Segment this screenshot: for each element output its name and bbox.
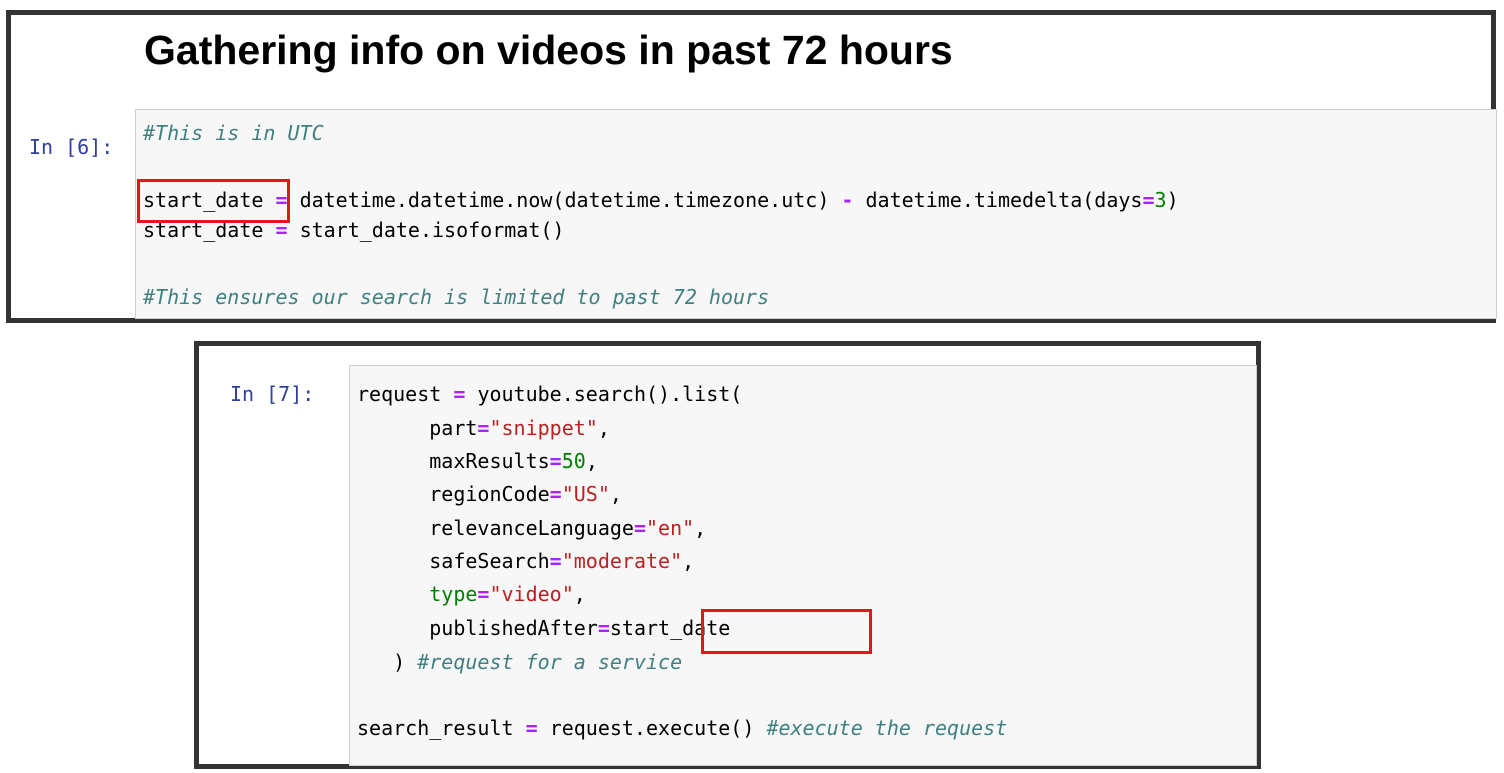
string-literal: "US" xyxy=(561,482,610,506)
string-literal: "snippet" xyxy=(489,416,598,440)
comma: , xyxy=(694,516,707,540)
code-comment: #This is in UTC xyxy=(143,121,324,145)
comma: , xyxy=(573,582,586,606)
top-screenshot-panel: Gathering info on videos in past 72 hour… xyxy=(6,10,1497,323)
code-line: regionCode="US", xyxy=(357,478,622,510)
variable-start-date: start_date xyxy=(143,188,264,212)
code-line: type="video", xyxy=(357,578,586,610)
kwarg-operator: = xyxy=(549,449,562,473)
kwarg-name: publishedAfter xyxy=(429,616,598,640)
variable-search-result: search_result xyxy=(357,716,514,740)
kwarg-name: relevanceLanguage xyxy=(429,516,634,540)
code-expression: datetime.timedelta(days xyxy=(865,188,1143,212)
number-literal: 3 xyxy=(1154,188,1167,212)
code-line: request = youtube.search().list( xyxy=(357,378,742,410)
close-paren: ) xyxy=(1166,188,1179,212)
cell-7-prompt: In [7]: xyxy=(230,382,315,406)
kwarg-name: part xyxy=(429,416,478,440)
code-line: #This ensures our search is limited to p… xyxy=(143,281,769,313)
code-line: publishedAfter=start_date xyxy=(357,612,730,644)
code-line: start_date = datetime.datetime.now(datet… xyxy=(143,184,1179,216)
section-heading: Gathering info on videos in past 72 hour… xyxy=(144,27,953,73)
cell-6-prompt: In [6]: xyxy=(29,135,114,159)
kwarg-operator: = xyxy=(477,582,490,606)
kwarg-operator: = xyxy=(477,416,490,440)
string-literal: "en" xyxy=(646,516,695,540)
kwarg-operator: = xyxy=(549,549,562,573)
cell-6-code-editor[interactable]: #This is in UTC start_date = datetime.da… xyxy=(135,109,1497,319)
assign-operator: = xyxy=(275,188,288,212)
comma: , xyxy=(585,449,598,473)
code-line: maxResults=50, xyxy=(357,445,598,477)
code-line: #This is in UTC xyxy=(143,117,324,149)
variable-start-date: start_date xyxy=(609,616,731,640)
assign-operator: = xyxy=(525,716,538,740)
code-line: start_date = start_date.isoformat() xyxy=(143,214,564,246)
kwarg-operator: = xyxy=(597,616,610,640)
bottom-screenshot-panel: In [7]: request = youtube.search().list(… xyxy=(194,341,1261,769)
code-line: relevanceLanguage="en", xyxy=(357,512,706,544)
assign-operator: = xyxy=(453,382,466,406)
comma: , xyxy=(597,416,610,440)
string-literal: "video" xyxy=(489,582,574,606)
code-line: part="snippet", xyxy=(357,412,610,444)
kwarg-operator: = xyxy=(1142,188,1155,212)
code-line: ) #request for a service xyxy=(357,646,682,678)
number-literal: 50 xyxy=(561,449,586,473)
code-expression: youtube.search().list( xyxy=(477,382,743,406)
minus-operator: - xyxy=(841,188,854,212)
variable-request: request xyxy=(357,382,442,406)
kwarg-name: maxResults xyxy=(429,449,550,473)
code-expression: datetime.datetime.now(datetime.timezone.… xyxy=(299,188,830,212)
kwarg-name: regionCode xyxy=(429,482,550,506)
code-line: safeSearch="moderate", xyxy=(357,545,694,577)
close-paren: ) xyxy=(393,650,406,674)
kwarg-operator: = xyxy=(549,482,562,506)
code-expression: request.execute() xyxy=(549,716,755,740)
kwarg-name: safeSearch xyxy=(429,549,550,573)
code-line: search_result = request.execute() #execu… xyxy=(357,712,1007,744)
kwarg-name-type: type xyxy=(429,582,478,606)
code-comment: #This ensures our search is limited to p… xyxy=(143,285,770,309)
cell-7-code-editor[interactable]: request = youtube.search().list( part="s… xyxy=(349,365,1257,766)
code-expression: start_date.isoformat() xyxy=(299,218,565,242)
code-comment: #request for a service xyxy=(417,650,683,674)
code-comment: #execute the request xyxy=(766,716,1008,740)
kwarg-operator: = xyxy=(633,516,646,540)
string-literal: "moderate" xyxy=(561,549,683,573)
comma: , xyxy=(682,549,695,573)
assign-operator: = xyxy=(275,218,288,242)
comma: , xyxy=(609,482,622,506)
variable-start-date: start_date xyxy=(143,218,264,242)
